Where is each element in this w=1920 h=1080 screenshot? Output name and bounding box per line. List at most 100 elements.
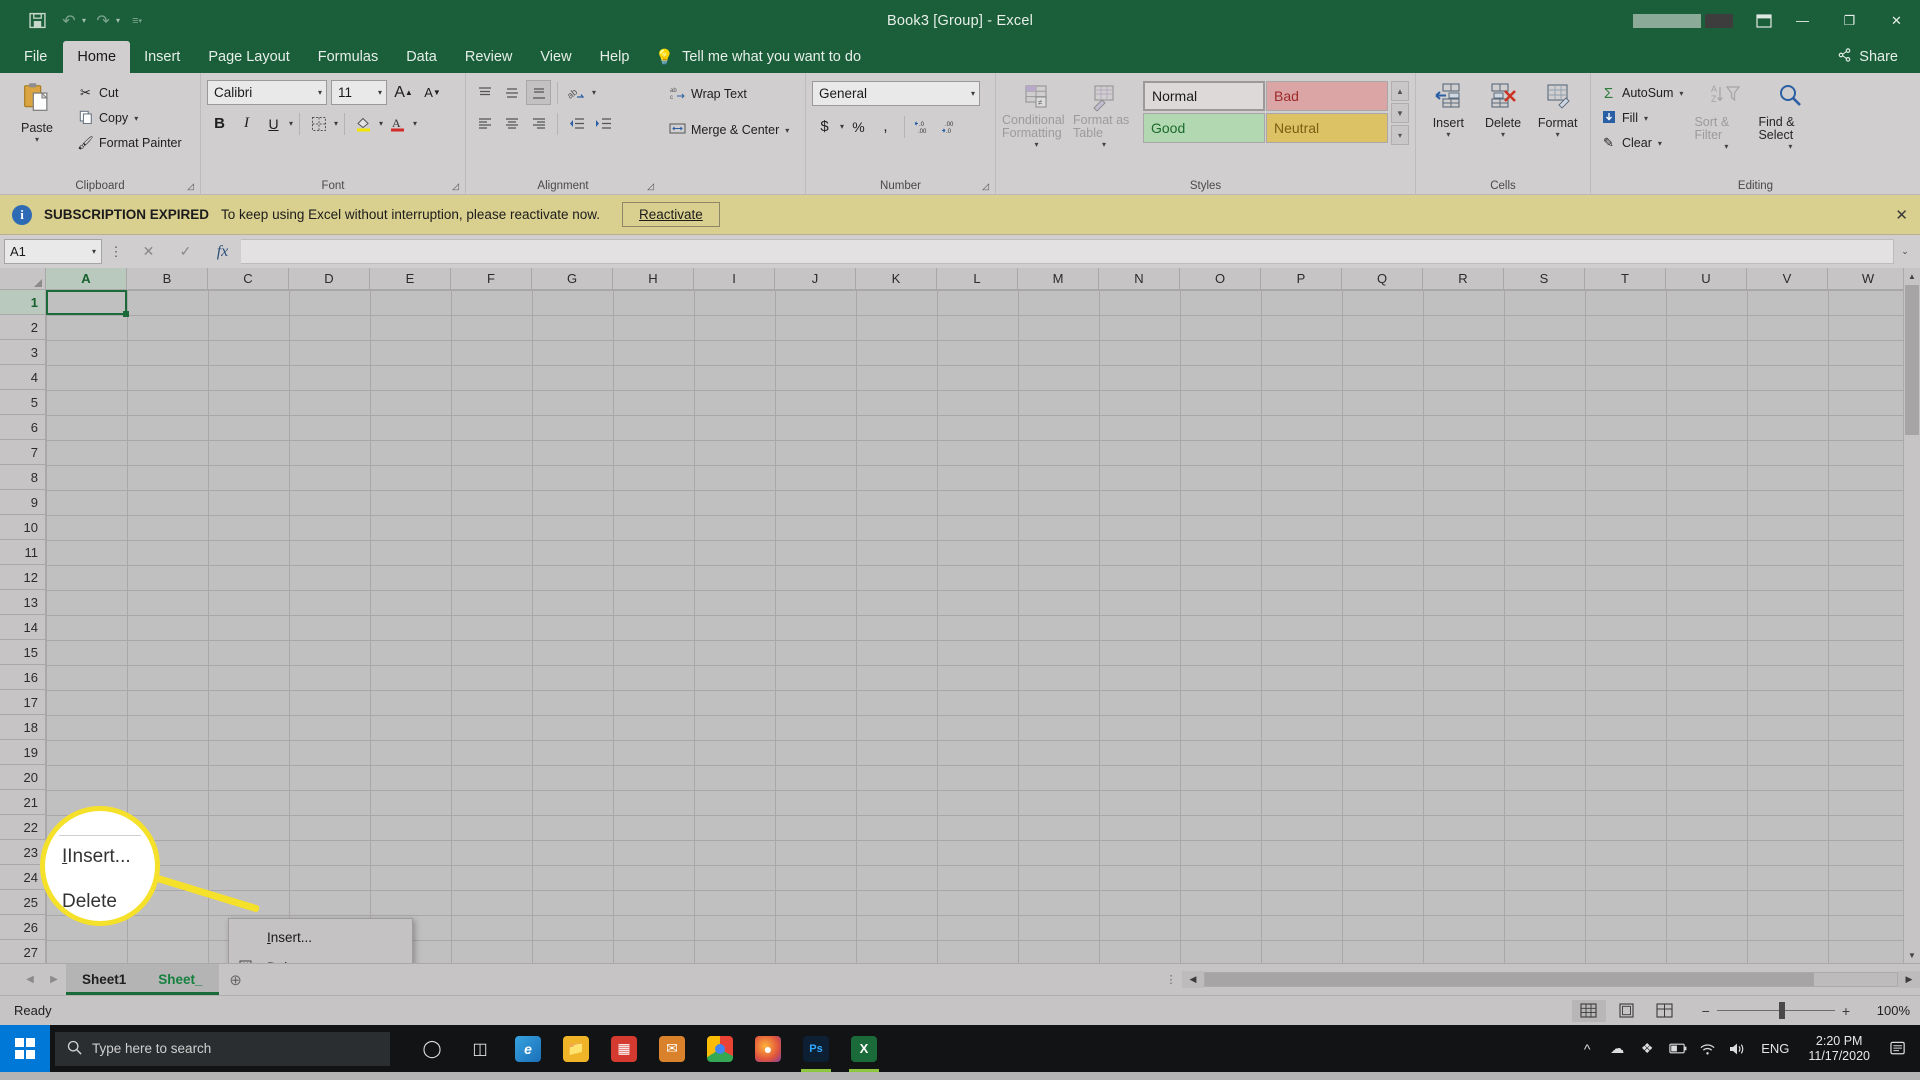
tab-insert[interactable]: Insert [130,41,194,73]
taskbar-file-explorer[interactable]: 📁 [552,1025,600,1072]
number-dialog-launcher[interactable]: ◿ [982,181,989,192]
horizontal-scroll-thumb[interactable] [1205,973,1814,986]
column-header-K[interactable]: K [856,268,937,289]
column-header-M[interactable]: M [1018,268,1099,289]
row-header-18[interactable]: 18 [0,715,45,740]
clear-dropdown-caret[interactable]: ▾ [1658,139,1662,148]
sheet-tab-sheet1[interactable]: Sheet1 [66,964,143,995]
column-header-N[interactable]: N [1099,268,1180,289]
insert-cells-button[interactable]: Insert ▾ [1422,79,1475,139]
font-name-caret[interactable]: ▾ [312,88,322,97]
column-header-H[interactable]: H [613,268,694,289]
insert-function-button[interactable]: fx [204,239,241,264]
cancel-entry-button[interactable]: ✕ [130,239,167,264]
column-header-I[interactable]: I [694,268,775,289]
align-top-button[interactable] [472,80,497,105]
tab-data[interactable]: Data [392,41,451,73]
row-header-4[interactable]: 4 [0,365,45,390]
alignment-dialog-launcher[interactable]: ◿ [647,181,654,192]
column-header-V[interactable]: V [1747,268,1828,289]
reactivate-button[interactable]: Reactivate [622,202,720,227]
fill-color-dropdown-caret[interactable]: ▾ [379,119,383,128]
orientation-dropdown-caret[interactable]: ▾ [592,88,596,97]
tell-me-search[interactable]: 💡 Tell me what you want to do [643,41,873,73]
taskbar-excel[interactable]: X [840,1025,888,1072]
delete-cells-button[interactable]: Delete ▾ [1477,79,1530,139]
formula-bar-options-icon[interactable]: ⋮ [102,244,130,260]
zoom-thumb[interactable] [1779,1002,1786,1019]
column-header-Q[interactable]: Q [1342,268,1423,289]
format-cells-caret[interactable]: ▾ [1556,131,1560,139]
fill-dropdown-caret[interactable]: ▾ [1644,114,1648,123]
minimize-button[interactable]: — [1779,0,1826,41]
horizontal-scrollbar[interactable] [1204,972,1898,987]
row-header-15[interactable]: 15 [0,640,45,665]
scroll-down-arrow-icon[interactable]: ▼ [1904,947,1920,963]
previous-sheet-arrow-icon[interactable]: ◀ [18,974,42,985]
column-header-J[interactable]: J [775,268,856,289]
row-header-13[interactable]: 13 [0,590,45,615]
row-header-20[interactable]: 20 [0,765,45,790]
row-header-25[interactable]: 25 [0,890,45,915]
font-color-button[interactable]: A [385,111,410,136]
align-middle-button[interactable] [499,80,524,105]
row-header-16[interactable]: 16 [0,665,45,690]
tab-page-layout[interactable]: Page Layout [194,41,303,73]
taskbar-firefox[interactable]: ● [744,1025,792,1072]
decrease-indent-button[interactable] [564,111,589,136]
row-header-23[interactable]: 23 [0,840,45,865]
merge-center-button[interactable]: Merge & Center ▾ [666,118,792,142]
sort-filter-button[interactable]: AZ Sort & Filter ▾ [1694,79,1758,151]
row-header-19[interactable]: 19 [0,740,45,765]
zoom-track[interactable] [1716,1002,1835,1019]
accounting-dropdown-caret[interactable]: ▾ [840,122,844,131]
volume-icon[interactable] [1722,1025,1752,1072]
format-as-table-button[interactable]: Format as Table ▾ [1073,79,1135,149]
cell-styles-scroll-up[interactable]: ▲ [1391,81,1409,101]
align-left-button[interactable] [472,111,497,136]
share-button[interactable]: Share [1837,41,1920,73]
copy-button[interactable]: Copy ▾ [74,106,185,130]
clock[interactable]: 2:20 PM 11/17/2020 [1798,1034,1880,1064]
tab-review[interactable]: Review [451,41,527,73]
column-header-P[interactable]: P [1261,268,1342,289]
sort-filter-caret[interactable]: ▾ [1724,143,1728,151]
font-name-input[interactable]: Calibri ▾ [207,80,327,105]
number-format-select[interactable]: General ▾ [812,81,980,106]
column-header-U[interactable]: U [1666,268,1747,289]
vertical-scrollbar[interactable]: ▲ ▼ [1903,268,1920,963]
page-break-preview-button[interactable] [1648,1000,1682,1022]
row-header-10[interactable]: 10 [0,515,45,540]
row-header-6[interactable]: 6 [0,415,45,440]
insert-cells-caret[interactable]: ▾ [1446,131,1450,139]
sheet-tab-sheet-renaming[interactable]: Sheet_ [142,964,219,995]
autosum-dropdown-caret[interactable]: ▾ [1679,89,1683,98]
zoom-level-label[interactable]: 100% [1864,1003,1910,1018]
borders-button[interactable] [306,111,331,136]
expand-formula-bar-icon[interactable]: ⌄ [1894,239,1916,264]
new-sheet-button[interactable]: ⊕ [219,971,253,989]
banner-close-icon[interactable]: ✕ [1895,206,1908,224]
restore-button[interactable]: ❐ [1826,0,1873,41]
format-as-table-caret[interactable]: ▾ [1102,141,1106,149]
next-sheet-arrow-icon[interactable]: ▶ [42,974,66,985]
clear-button[interactable]: ✎ Clear ▾ [1597,131,1686,155]
wrap-text-button[interactable]: ab c Wrap Text [666,82,750,106]
redo-dropdown-caret[interactable]: ▾ [116,16,120,25]
column-header-L[interactable]: L [937,268,1018,289]
column-header-O[interactable]: O [1180,268,1261,289]
accounting-format-button[interactable]: $ [812,114,837,139]
font-size-caret[interactable]: ▾ [372,88,382,97]
normal-view-button[interactable] [1571,999,1606,1022]
redo-icon[interactable]: ↷ [88,7,118,35]
conditional-formatting-caret[interactable]: ▾ [1035,141,1039,149]
column-header-A[interactable]: A [46,268,127,289]
decrease-decimal-button[interactable]: .00.0 [938,114,963,139]
copy-dropdown-caret[interactable]: ▾ [134,114,138,123]
cell-styles-more[interactable]: ▾ [1391,125,1409,145]
font-dialog-launcher[interactable]: ◿ [452,181,459,192]
underline-button[interactable]: U [261,111,286,136]
underline-dropdown-caret[interactable]: ▾ [289,119,293,128]
scroll-up-arrow-icon[interactable]: ▲ [1904,268,1920,284]
row-header-22[interactable]: 22 [0,815,45,840]
